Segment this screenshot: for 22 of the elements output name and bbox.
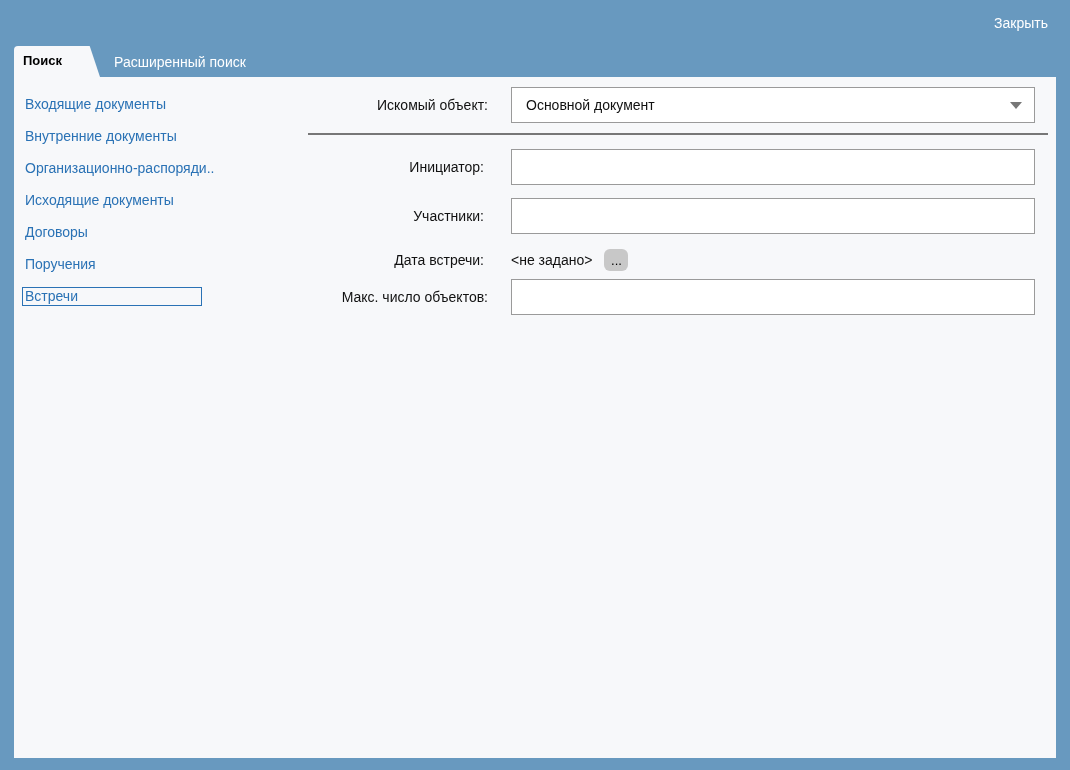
sidebar-item[interactable]: Внутренние документы — [22, 127, 202, 146]
input-field[interactable] — [511, 149, 1035, 185]
input-field[interactable] — [511, 198, 1035, 234]
sidebar-item[interactable]: Поручения — [22, 255, 202, 274]
input-field[interactable] — [511, 279, 1035, 315]
sidebar-item[interactable]: Организационно-распоряди.. — [22, 159, 218, 178]
sidebar-item[interactable]: Договоры — [22, 223, 202, 242]
field-label: Макс. число объектов: — [340, 289, 488, 305]
field-label: Дата встречи: — [393, 252, 485, 268]
sidebar-item[interactable]: Встречи — [22, 287, 202, 306]
field-label: Искомый объект: — [376, 97, 488, 113]
sidebar-item[interactable]: Исходящие документы — [22, 191, 202, 210]
sidebar-item[interactable]: Входящие документы — [22, 95, 202, 114]
tab[interactable]: Расширенный поиск — [100, 47, 260, 77]
close-link[interactable]: Закрыть — [994, 14, 1048, 31]
date-value: <не задано> — [511, 252, 593, 268]
tab[interactable]: Поиск — [14, 46, 100, 77]
field-label: Участники: — [412, 208, 485, 224]
date-picker-button[interactable]: ... — [604, 249, 629, 271]
field-label: Инициатор: — [408, 159, 485, 175]
caret-icon — [1010, 101, 1022, 109]
object-select[interactable]: Основной документ — [511, 87, 1035, 123]
